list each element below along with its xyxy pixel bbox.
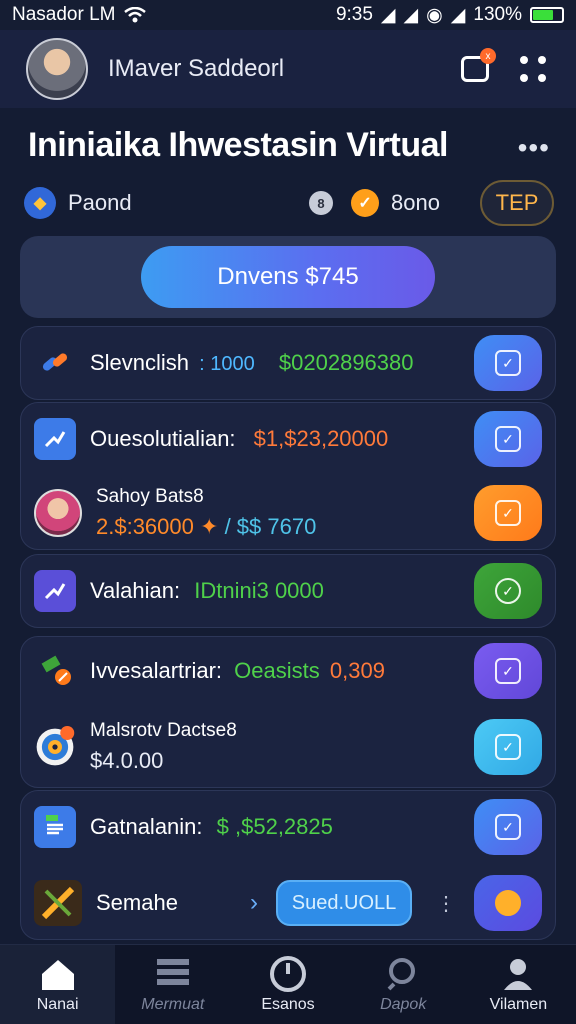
battery-percent: 130% — [473, 4, 522, 25]
badge-icon: 8 — [309, 191, 334, 215]
list-item[interactable]: Sahoy Bats8 2.$:36000 ✦ / $$ 7670 ✓ — [20, 480, 556, 546]
balance-button[interactable]: Dnvens $745 — [141, 246, 435, 308]
time-label: 9:35 — [335, 4, 373, 25]
item-secondary-amount: / $$ 7670 — [224, 514, 317, 539]
app-header: IMaver Saddeorl x — [0, 30, 576, 108]
points-label: Paond — [68, 190, 132, 215]
coin-amount: 8ono — [391, 190, 440, 215]
list-item[interactable]: Gatnalanin: $ ,$52,2825 ✓ — [20, 794, 556, 860]
item-label: Valahian: — [90, 578, 181, 603]
link-icon — [34, 342, 76, 384]
signal-icon: ◢ — [403, 4, 419, 26]
avatar[interactable] — [26, 38, 88, 100]
item-action-button[interactable]: ✓ — [474, 335, 542, 391]
list-item[interactable]: Slevnclish : 1000 $0202896380 ✓ — [20, 330, 556, 396]
item-amount: $ ,$52,2825 — [216, 814, 333, 839]
status-bar: Nasador LM 9:35 ◢ ◢ ◉ ◢ 130% — [0, 0, 576, 30]
item-value: : 1000 — [199, 353, 255, 375]
item-label: Slevnclish — [90, 350, 190, 375]
item-amount: $0202896380 — [278, 350, 414, 375]
carrier-label: Nasador LM — [12, 4, 116, 25]
check-icon: ✓ — [495, 350, 521, 376]
coin-icon: ✓ — [351, 189, 380, 217]
list-item[interactable]: Semahe › Sued.UOLL ⋮ — [20, 870, 556, 936]
grid-dots-icon — [520, 56, 546, 82]
item-action-button[interactable] — [474, 875, 542, 931]
status-pill[interactable]: Sued.UOLL — [276, 880, 412, 926]
chat-icon — [495, 890, 521, 916]
home-icon — [38, 956, 78, 992]
balance-card: Dnvens $745 — [20, 236, 556, 318]
wifi-icon — [123, 7, 146, 23]
tab-label: Vilamen — [489, 995, 548, 1013]
disc-icon — [34, 726, 76, 768]
tab-bar: Nanai Mermuat Esanos Dapok Vilamen — [0, 944, 576, 1024]
check-icon: ✓ — [495, 658, 521, 684]
tab-search[interactable]: Dapok — [346, 945, 461, 1024]
item-amount: 2.$:36000 — [96, 514, 194, 539]
check-icon: ✓ — [495, 500, 521, 526]
item-label: Ouesolutialian: — [90, 426, 236, 451]
page-title: Ininiaika Ihwestasin Virtual — [28, 126, 448, 164]
check-icon: ✓ — [495, 814, 521, 840]
item-amount: $4.0.00 — [90, 748, 164, 773]
item-label: Semahe — [96, 890, 178, 915]
item-action-button[interactable]: ✓ — [474, 719, 542, 775]
profile-icon — [34, 489, 82, 537]
tab-label: Mermuat — [141, 995, 205, 1013]
list-item[interactable]: Ivvesalartriar: Oeasists 0,309 ✓ — [20, 638, 556, 704]
signal-icon: ◢ — [380, 4, 396, 26]
item-action-button[interactable]: ✓ — [474, 411, 542, 467]
list-item[interactable]: Malsrotv Dactse8 $4.0.00 ✓ — [20, 714, 556, 780]
item-label: Ivvesalartriar: — [90, 658, 223, 683]
tab-list[interactable]: Mermuat — [115, 945, 230, 1024]
menu-button[interactable] — [516, 52, 550, 86]
item-amount: IDtnini3 0000 — [194, 578, 324, 603]
tab-label: Esanos — [261, 995, 315, 1013]
location-icon: ◉ — [426, 4, 443, 26]
more-options-button[interactable]: ••• — [518, 132, 550, 164]
tab-gauge[interactable]: Esanos — [230, 945, 345, 1024]
item-action-button[interactable]: ✓ — [474, 563, 542, 619]
item-action-button[interactable]: ✓ — [474, 799, 542, 855]
item-status: Oeasists — [234, 658, 320, 683]
user-icon — [498, 956, 538, 992]
tab-label: Dapok — [380, 995, 427, 1013]
chevron-right-icon[interactable]: › — [250, 889, 258, 917]
item-label: Gatnalanin: — [90, 814, 203, 839]
list-item[interactable]: Ouesolutialian: $1,$23,20000 ✓ — [20, 406, 556, 472]
search-icon — [383, 956, 423, 992]
tools-icon — [34, 880, 82, 926]
pencil-icon — [34, 650, 76, 692]
chart-icon — [34, 570, 76, 612]
gauge-icon — [268, 955, 308, 992]
notifications-button[interactable]: x — [458, 48, 496, 86]
item-action-button[interactable]: ✓ — [474, 643, 542, 699]
list-icon — [153, 956, 193, 992]
item-title: Sahoy Bats8 — [96, 486, 204, 507]
check-icon: ✓ — [495, 426, 521, 452]
summary-row: ◆ Paond 8 ✓ 8ono TEP — [24, 178, 554, 228]
chart-icon — [34, 418, 76, 460]
list-item[interactable]: Valahian: IDtnini3 0000 ✓ — [20, 558, 556, 624]
user-name: IMaver Saddeorl — [108, 55, 285, 82]
item-amount: 0,309 — [329, 658, 385, 683]
tab-profile[interactable]: Vilamen — [461, 945, 576, 1024]
item-amount: $1,$23,20000 — [253, 426, 389, 451]
notification-badge: x — [480, 48, 496, 64]
more-options-icon[interactable]: ⋮ — [436, 891, 456, 916]
document-icon — [34, 806, 76, 848]
check-icon: ✓ — [495, 734, 521, 760]
tep-button[interactable]: TEP — [480, 180, 554, 226]
points-icon: ◆ — [24, 187, 56, 219]
signal-icon: ◢ — [450, 4, 466, 26]
tab-home[interactable]: Nanai — [0, 945, 116, 1024]
check-icon: ✓ — [495, 578, 521, 604]
item-action-button[interactable]: ✓ — [474, 485, 542, 541]
tab-label: Nanai — [36, 995, 79, 1013]
arrow-icon: ✦ — [200, 514, 219, 539]
item-title: Malsrotv Dactse8 — [90, 720, 237, 741]
battery-icon — [530, 7, 564, 23]
